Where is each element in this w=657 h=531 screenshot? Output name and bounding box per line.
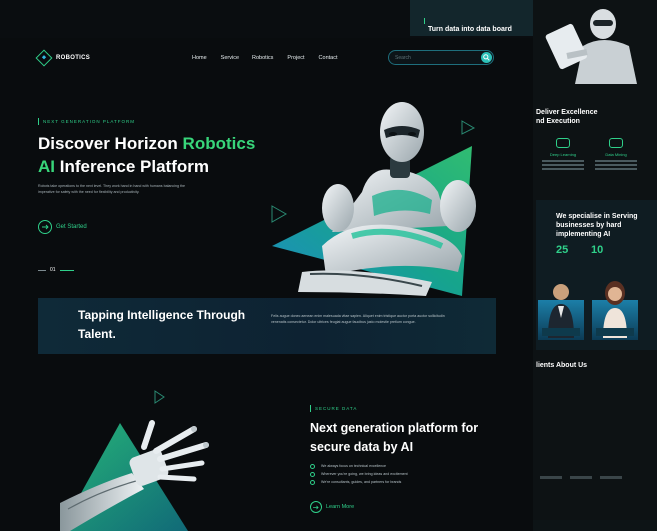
hero-title: Discover Horizon Robotics AI Inference P… (38, 134, 256, 176)
menu-contact[interactable]: Contact (319, 55, 338, 61)
portfolio-screenshot: Turn data into data board Deliver Excell… (0, 0, 657, 531)
robot-hand-illustration (60, 390, 209, 531)
intelligence-band: Tapping Intelligence Through Talent. Fel… (38, 298, 496, 354)
site-logo[interactable]: ROBOTICS (35, 49, 90, 67)
list-item: We're consultants, guides, and partners … (310, 478, 408, 486)
check-icon (310, 463, 315, 469)
hero-eyebrow: NEXT GENERATION PLATFORM (38, 118, 135, 125)
band-title: Tapping Intelligence Through Talent. (78, 308, 246, 341)
back-title: Turn data into data board (428, 26, 512, 33)
feature-data-mining: Data Mining (591, 138, 641, 172)
chip-icon (609, 138, 623, 148)
list-item: We always focus on technical excellence (310, 462, 408, 470)
menu-robotics[interactable]: Robotics (252, 55, 273, 61)
stat-one: 25 (556, 244, 569, 256)
main-menu: Home Service Robotics Project Contact (192, 55, 338, 61)
get-started-button[interactable]: Get Started (38, 220, 87, 234)
slider-pager[interactable]: 01 (38, 267, 74, 273)
robot-tablet-illustration (545, 6, 645, 84)
brain-icon (556, 138, 570, 148)
back-excellence-heading: Deliver Excellence nd Execution (536, 109, 598, 125)
learn-more-button[interactable]: Learn More (310, 501, 354, 513)
menu-project[interactable]: Project (287, 55, 304, 61)
hero-description: Robots take operations to the next level… (38, 184, 185, 194)
search-icon (483, 54, 490, 61)
top-nav: ROBOTICS Home Service Robotics Project C… (0, 38, 533, 78)
specialise-heading: We specialise in Serving businesses by h… (556, 213, 638, 238)
search-button[interactable] (481, 52, 492, 63)
secure-eyebrow: SECURE DATA (310, 405, 357, 412)
check-icon (310, 471, 315, 477)
secure-title: Next generation platform for secure data… (310, 421, 479, 454)
clients-heading: lients About Us (536, 362, 588, 369)
search-input[interactable]: Search (388, 50, 494, 65)
arrow-right-icon (38, 220, 52, 234)
check-icon (310, 479, 315, 485)
robot-hero-illustration (271, 102, 476, 296)
client-logos (540, 466, 650, 479)
arrow-right-icon (310, 501, 322, 513)
team-member-card (592, 278, 638, 340)
secure-checklist: We always focus on technical excellence … (310, 462, 408, 486)
band-text: Felis augue donec aenean enim malesuada … (271, 314, 445, 324)
menu-home[interactable]: Home (192, 55, 207, 61)
main-page: ROBOTICS Home Service Robotics Project C… (0, 38, 533, 531)
pager-number: 01 (50, 267, 56, 273)
feature-deep-learning: Deep Learning (538, 138, 588, 172)
list-item: Wherever you're going, we bring ideas an… (310, 470, 408, 478)
team-member-card (538, 278, 584, 340)
menu-service[interactable]: Service (221, 55, 239, 61)
back-footer (533, 520, 657, 531)
stat-two: 10 (591, 244, 604, 256)
logo-icon (35, 49, 53, 67)
